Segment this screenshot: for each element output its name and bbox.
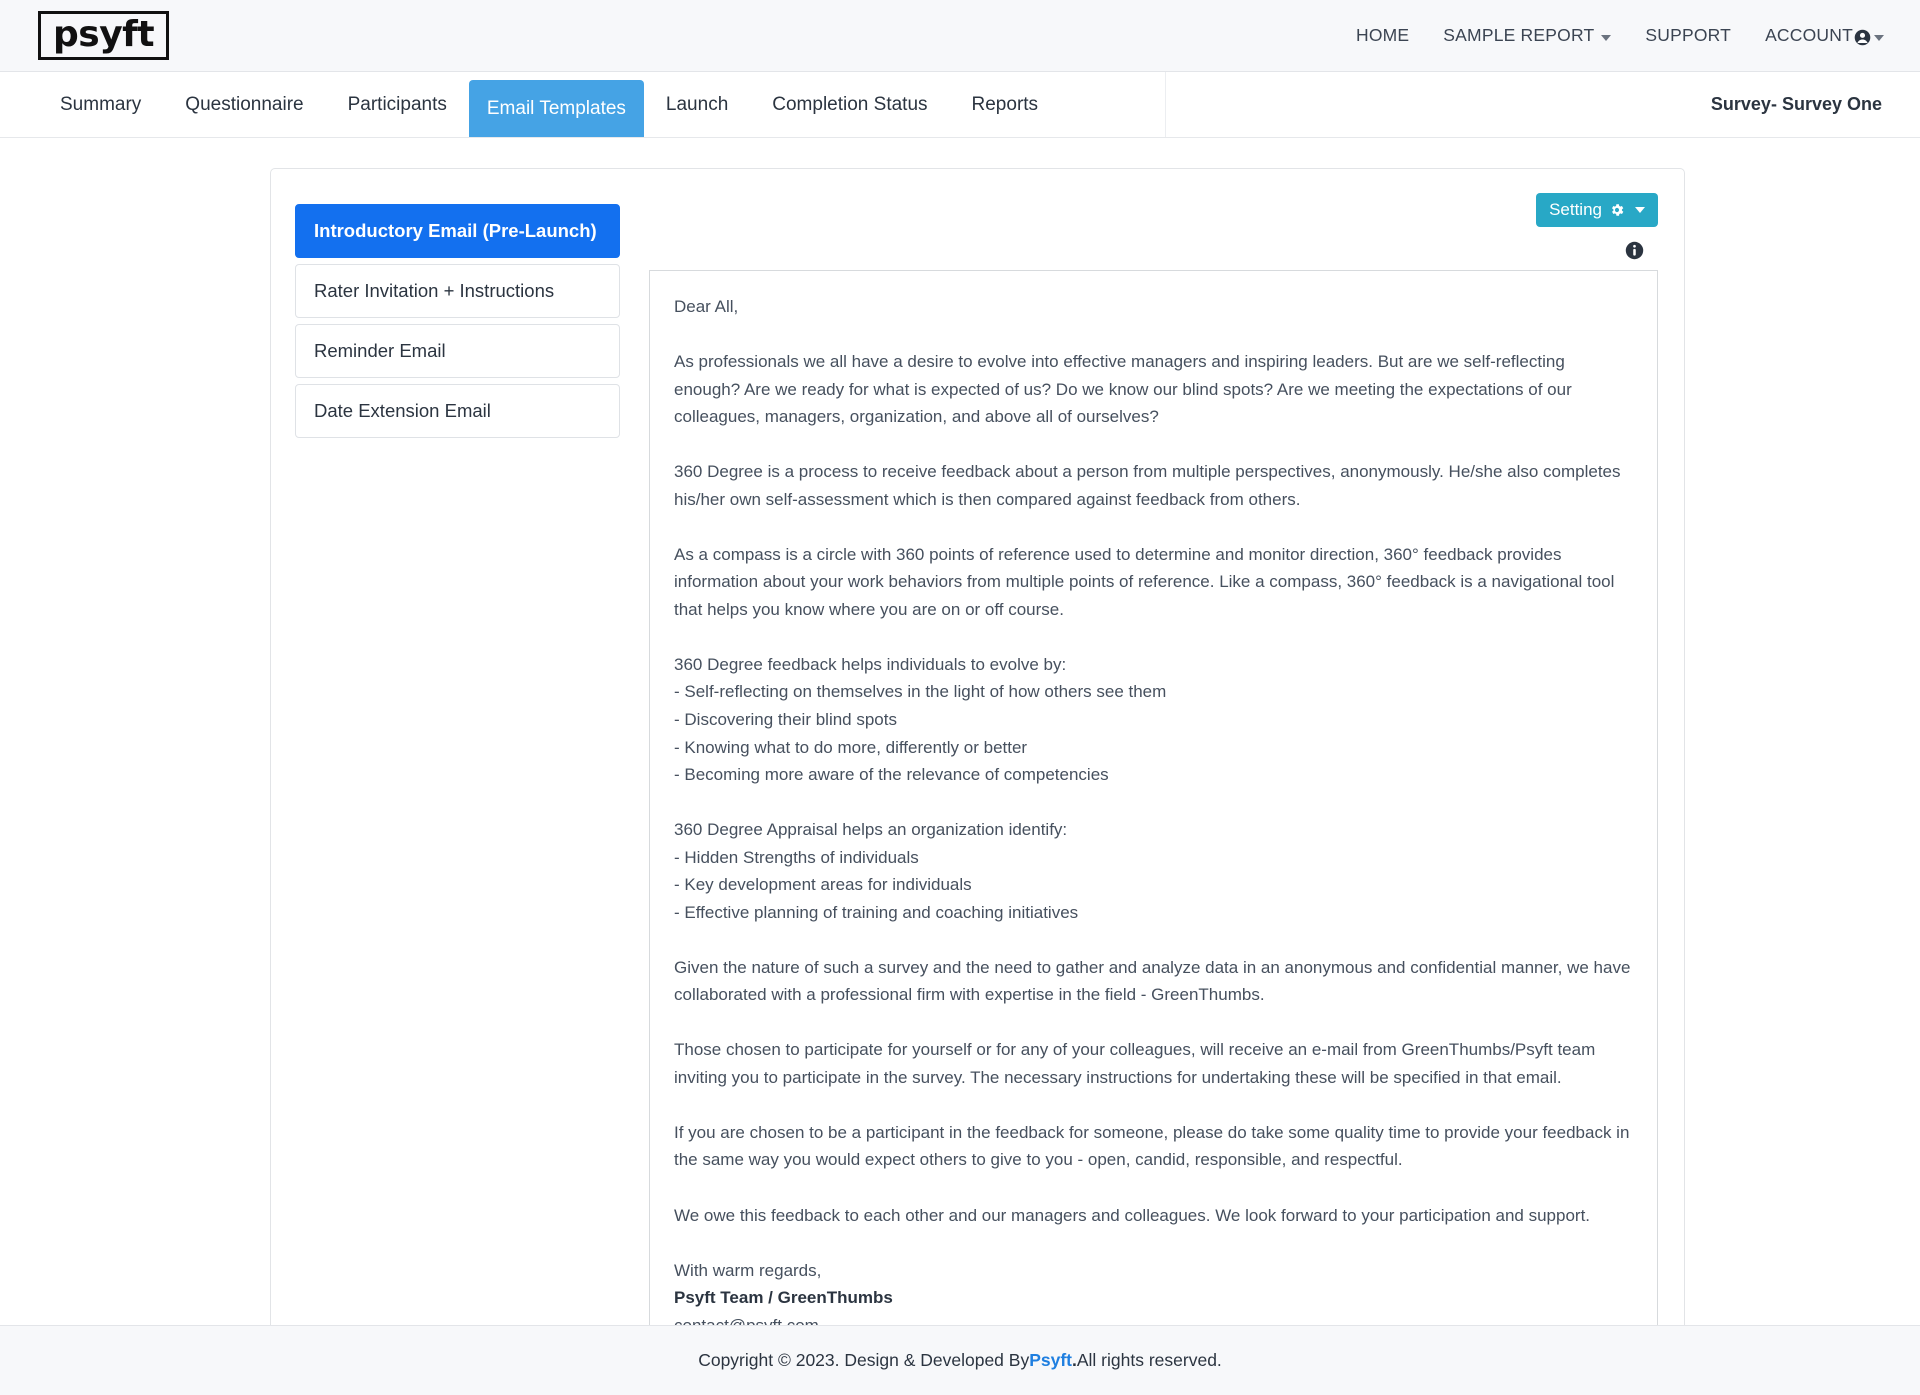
sidebar-item-introductory-email[interactable]: Introductory Email (Pre-Launch): [295, 204, 620, 258]
sidebar-item-label: Date Extension Email: [314, 400, 491, 421]
topnav-item-account[interactable]: ACCOUNT: [1765, 25, 1884, 46]
tab-launch[interactable]: Launch: [644, 72, 750, 137]
tab-label-reports: Reports: [971, 93, 1039, 115]
email-content-editor[interactable]: Dear All, As professionals we all have a…: [649, 270, 1658, 1368]
tab-label-launch: Launch: [665, 93, 729, 115]
page-footer: Copyright © 2023. Design & Developed By …: [0, 1325, 1920, 1395]
tab-email-templates[interactable]: Email Templates: [468, 80, 644, 137]
tab-completion-status[interactable]: Completion Status: [750, 72, 949, 137]
topnav-item-support[interactable]: SUPPORT: [1645, 25, 1731, 46]
tab-label-participants: Participants: [347, 93, 447, 115]
topnav-label-support: SUPPORT: [1645, 25, 1732, 45]
footer-copyright-suffix: All rights reserved.: [1076, 1350, 1222, 1370]
tab-label-summary: Summary: [60, 93, 142, 115]
sidebar-item-label: Introductory Email (Pre-Launch): [314, 220, 597, 241]
psyft-logo[interactable]: psyft: [38, 11, 170, 60]
gear-icon: [1609, 202, 1625, 218]
tab-reports[interactable]: Reports: [950, 72, 1061, 137]
topnav-label-sample-report: SAMPLE REPORT: [1443, 25, 1595, 45]
sidebar-item-date-extension-email[interactable]: Date Extension Email: [295, 384, 620, 438]
topnav-item-home[interactable]: HOME: [1356, 25, 1409, 46]
survey-tabbar: Summary Questionnaire Participants Email…: [0, 72, 1920, 138]
page-title: Survey- Survey One: [1710, 94, 1882, 114]
topnav-item-sample-report[interactable]: SAMPLE REPORT: [1443, 25, 1612, 46]
chevron-down-icon: [1601, 34, 1612, 41]
email-templates-card: Introductory Email (Pre-Launch) Rater In…: [270, 168, 1685, 1395]
tab-participants[interactable]: Participants: [326, 72, 469, 137]
sidebar-item-rater-invitation[interactable]: Rater Invitation + Instructions: [295, 264, 620, 318]
email-signature-name: Psyft Team / GreenThumbs: [674, 1288, 893, 1308]
setting-button-label: Setting: [1549, 200, 1602, 219]
tab-questionnaire[interactable]: Questionnaire: [163, 72, 325, 137]
footer-brand-link[interactable]: Psyft: [1029, 1350, 1072, 1371]
tab-label-completion-status: Completion Status: [772, 93, 928, 115]
email-editor-column: Setting Dear All, As professionals we al…: [620, 191, 1658, 1368]
email-body-text: Dear All, As professionals we all have a…: [674, 297, 1631, 1280]
chevron-down-icon: [1635, 207, 1645, 213]
main-content: Introductory Email (Pre-Launch) Rater In…: [0, 138, 1920, 1395]
editor-toolbar: Setting: [649, 191, 1658, 229]
sidebar-item-reminder-email[interactable]: Reminder Email: [295, 324, 620, 378]
user-circle-icon: [1854, 29, 1871, 46]
sidebar-item-label: Reminder Email: [314, 340, 446, 361]
top-navigation: HOME SAMPLE REPORT SUPPORT ACCOUNT: [1356, 25, 1894, 46]
app-header: psyft HOME SAMPLE REPORT SUPPORT ACCOUNT: [0, 0, 1920, 72]
logo-text: psyft: [53, 14, 155, 56]
email-template-list: Introductory Email (Pre-Launch) Rater In…: [295, 191, 620, 1367]
tab-label-questionnaire: Questionnaire: [185, 93, 304, 115]
survey-tabs: Summary Questionnaire Participants Email…: [38, 72, 1166, 137]
topnav-label-home: HOME: [1355, 25, 1410, 45]
tab-label-email-templates: Email Templates: [486, 97, 626, 119]
sidebar-item-label: Rater Invitation + Instructions: [314, 280, 555, 301]
tab-summary[interactable]: Summary: [38, 72, 163, 137]
topnav-label-account: ACCOUNT: [1765, 25, 1853, 45]
info-row: [649, 229, 1658, 263]
setting-button[interactable]: Setting: [1536, 193, 1658, 227]
footer-copyright-prefix: Copyright © 2023. Design & Developed By: [698, 1350, 1030, 1370]
chevron-down-icon: [1874, 34, 1884, 41]
info-circle-icon[interactable]: [1625, 241, 1644, 260]
